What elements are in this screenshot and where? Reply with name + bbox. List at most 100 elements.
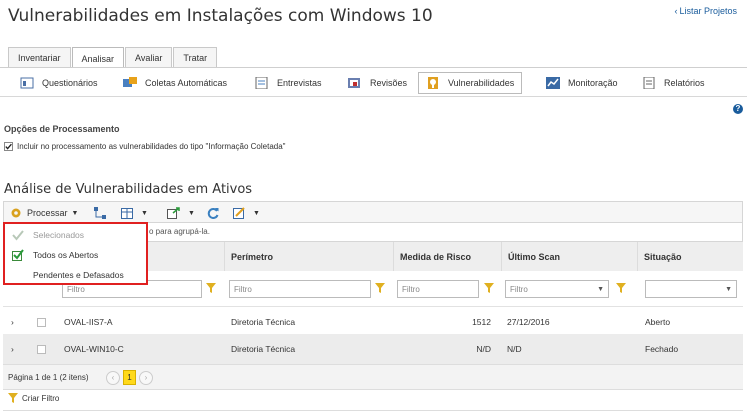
process-label: Processar (27, 208, 68, 218)
edit-menu-button[interactable]: ▼ (233, 205, 260, 221)
refresh-icon (207, 208, 219, 219)
menu-item-label: Todos os Abertos (33, 249, 99, 260)
chevron-down-icon: ▼ (597, 285, 604, 293)
column-header-ultimo-scan[interactable]: Último Scan (501, 242, 637, 272)
subnav-revisoes[interactable]: Revisões (348, 72, 407, 94)
filter-funnel-icon[interactable] (484, 283, 494, 293)
row-risk: 1512 (472, 317, 491, 327)
column-header-medida-de-risco[interactable]: Medida de Risco (393, 242, 501, 272)
filter-funnel-icon[interactable] (206, 283, 216, 293)
pager-text: Página 1 de 1 (2 itens) (8, 373, 89, 382)
filter-funnel-icon[interactable] (616, 283, 626, 293)
risk-filter-input[interactable]: Filtro (397, 280, 479, 298)
filter-funnel-icon (8, 393, 18, 403)
gear-icon (11, 208, 21, 218)
export-icon (167, 207, 180, 219)
grid-toolbar: Processar ▼ ▼ ▼ ▼ (3, 201, 743, 223)
vulnerability-icon (428, 77, 438, 89)
export-menu-button[interactable]: ▼ (167, 205, 195, 221)
subnav-label: Revisões (370, 78, 408, 88)
back-link-label: Listar Projetos (679, 6, 737, 16)
chevron-left-icon: ‹ (674, 6, 678, 16)
menu-item-todos-os-abertos[interactable]: Todos os Abertos (5, 245, 146, 264)
group-by-menu-button[interactable]: ▼ (121, 205, 148, 221)
group-by-hint: o para agrupá-la. (149, 227, 210, 236)
next-page-button[interactable]: › (139, 371, 153, 385)
subnav-label: Entrevistas (277, 78, 322, 88)
row-last-scan: 27/12/2016 (507, 317, 550, 327)
expand-row-icon[interactable]: › (11, 334, 14, 364)
current-page-button[interactable]: 1 (123, 370, 136, 385)
interview-icon (255, 77, 268, 89)
tab-analisar[interactable]: Analisar (71, 47, 125, 69)
subnav-monitoracao[interactable]: Monitoração (546, 72, 618, 94)
row-name: OVAL-WIN10-C (64, 344, 124, 354)
grid-layout-icon (121, 207, 133, 219)
pager: Página 1 de 1 (2 itens) ‹ 1 › (3, 364, 743, 390)
row-status: Aberto (645, 317, 671, 327)
create-filter-label: Criar Filtro (22, 393, 60, 403)
subnav-questionarios[interactable]: Questionários (20, 72, 98, 94)
row-perimeter: Diretoria Técnica (231, 344, 296, 354)
process-dropdown-menu: Selecionados Todos os Abertos Pendentes … (3, 222, 148, 285)
include-collected-info-label: Incluir no processamento as vulnerabilid… (17, 142, 286, 151)
column-header-perimetro[interactable]: Perímetro (224, 242, 393, 272)
include-collected-info-option: Incluir no processamento as vulnerabilid… (4, 142, 286, 151)
subnav-label: Coletas Automáticas (145, 78, 228, 88)
auto-collection-icon (123, 77, 137, 87)
subnav-coletas-automaticas[interactable]: Coletas Automáticas (123, 72, 227, 94)
row-perimeter: Diretoria Técnica (231, 317, 296, 327)
subnav-entrevistas[interactable]: Entrevistas (255, 72, 322, 94)
status-filter-select[interactable]: ▼ (645, 280, 737, 298)
subnav-label: Questionários (42, 78, 98, 88)
tab-tratar[interactable]: Tratar (173, 47, 218, 68)
perimeter-filter-input[interactable]: Filtro (229, 280, 371, 298)
edit-icon (233, 207, 245, 219)
hierarchy-button[interactable] (94, 205, 106, 221)
row-select-checkbox[interactable] (37, 307, 46, 337)
refresh-button[interactable] (207, 205, 219, 221)
review-icon (348, 78, 360, 88)
chevron-down-icon: ▼ (141, 209, 148, 217)
check-icon (12, 229, 24, 241)
menu-item-selecionados[interactable]: Selecionados (5, 225, 146, 244)
process-menu-button[interactable]: Processar ▼ (10, 205, 78, 221)
filter-funnel-icon[interactable] (375, 283, 385, 293)
chevron-down-icon: ▼ (188, 209, 195, 217)
menu-item-label: Pendentes e Defasados (33, 269, 124, 280)
hierarchy-icon (94, 207, 106, 219)
sub-navigation: Questionários Coletas Automáticas Entrev… (0, 67, 747, 97)
menu-item-pendentes-e-defasados[interactable]: Pendentes e Defasados (5, 265, 146, 284)
row-last-scan: N/D (507, 344, 522, 354)
column-header-situacao[interactable]: Situação (637, 242, 743, 272)
chevron-down-icon: ▼ (71, 209, 79, 217)
table-row[interactable]: › OVAL-WIN10-C Diretoria Técnica N/D N/D… (3, 334, 743, 364)
row-risk: N/D (476, 344, 491, 354)
include-collected-info-checkbox[interactable] (4, 142, 13, 151)
row-name: OVAL-IIS7-A (64, 317, 113, 327)
chevron-down-icon: ▼ (725, 285, 732, 293)
questionnaire-icon (20, 77, 34, 89)
checkbox-checked-icon (12, 248, 24, 261)
table-row[interactable]: › OVAL-IIS7-A Diretoria Técnica 1512 27/… (3, 307, 743, 337)
subnav-relatorios[interactable]: Relatórios (642, 72, 705, 94)
divider (3, 410, 743, 411)
tab-inventariar[interactable]: Inventariar (8, 47, 71, 68)
row-select-checkbox[interactable] (37, 334, 46, 364)
previous-page-button[interactable]: ‹ (106, 371, 120, 385)
subnav-label: Relatórios (664, 78, 705, 88)
monitoring-icon (546, 77, 560, 89)
tab-avaliar[interactable]: Avaliar (125, 47, 173, 68)
subnav-label: Vulnerabilidades (448, 78, 515, 88)
row-status: Fechado (645, 344, 679, 354)
back-to-projects-link[interactable]: ‹ Listar Projetos (674, 6, 737, 16)
menu-item-label: Selecionados (33, 229, 85, 240)
subnav-vulnerabilidades[interactable]: Vulnerabilidades (418, 72, 523, 94)
main-tabs: Inventariar Analisar Avaliar Tratar (8, 47, 218, 69)
create-filter-link[interactable]: Criar Filtro (8, 393, 59, 403)
blank-icon (12, 269, 24, 281)
last-scan-filter-input[interactable]: Filtro ▼ (505, 280, 609, 298)
expand-row-icon[interactable]: › (11, 307, 14, 337)
subnav-label: Monitoração (568, 78, 618, 88)
help-icon[interactable]: ? (733, 104, 743, 114)
